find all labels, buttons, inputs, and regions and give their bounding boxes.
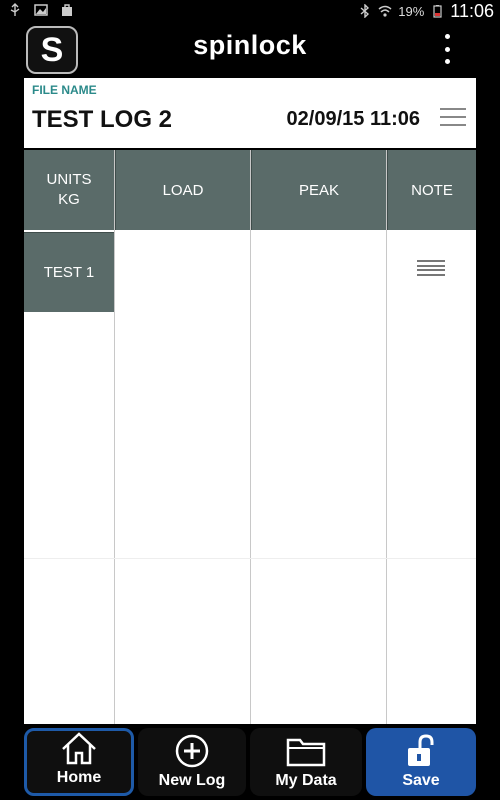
new-log-label: New Log xyxy=(158,772,226,789)
peak-header: PEAK xyxy=(251,150,386,230)
file-datetime: 02/09/15 11:06 xyxy=(286,108,420,130)
app-title: spinlock xyxy=(193,30,307,60)
overflow-menu-icon[interactable] xyxy=(442,34,452,64)
bag-icon xyxy=(62,4,72,16)
bluetooth-icon xyxy=(360,4,370,18)
file-name-label: FILE NAME xyxy=(32,83,97,97)
save-button[interactable]: Save xyxy=(366,728,476,796)
load-column: LOAD xyxy=(114,150,250,724)
my-data-button[interactable]: My Data xyxy=(250,728,362,796)
units-header[interactable]: UNITS KG xyxy=(24,150,114,230)
row-divider xyxy=(24,558,476,559)
peak-column: PEAK xyxy=(250,150,386,724)
note-list-icon[interactable] xyxy=(417,260,445,276)
battery-percent: 19% xyxy=(398,3,425,19)
home-label: Home xyxy=(56,769,102,786)
status-right: 19% 11:06 xyxy=(358,0,494,22)
usb-icon xyxy=(10,3,20,16)
clock: 11:06 xyxy=(450,0,494,21)
status-bar: 19% 11:06 xyxy=(0,0,500,22)
app-bar: S spinlock xyxy=(0,22,500,78)
wifi-icon xyxy=(378,5,392,17)
hamburger-menu-icon[interactable] xyxy=(440,108,466,126)
load-header: LOAD xyxy=(115,150,250,230)
log-table: UNITS KG TEST 1 LOAD PEAK NOTE xyxy=(24,150,476,724)
note-header: NOTE xyxy=(387,150,476,230)
save-label: Save xyxy=(402,772,440,789)
units-column: UNITS KG TEST 1 xyxy=(24,150,114,724)
plus-circle-icon xyxy=(175,734,209,768)
battery-icon xyxy=(433,5,442,18)
file-header: FILE NAME TEST LOG 2 02/09/15 11:06 xyxy=(24,78,476,148)
status-left-icons xyxy=(8,3,74,17)
home-button[interactable]: Home xyxy=(24,728,134,796)
home-icon xyxy=(62,732,96,765)
units-label: UNITS xyxy=(46,171,92,188)
bottom-nav: Home New Log My Data Save xyxy=(0,726,500,800)
image-icon xyxy=(34,4,48,16)
file-name: TEST LOG 2 xyxy=(32,106,173,133)
folder-icon xyxy=(286,738,326,767)
new-log-button[interactable]: New Log xyxy=(138,728,246,796)
units-value: KG xyxy=(58,191,80,208)
note-column: NOTE xyxy=(386,150,476,724)
unlock-icon xyxy=(408,734,434,766)
row-label-test-1[interactable]: TEST 1 xyxy=(24,232,114,312)
my-data-label: My Data xyxy=(275,772,337,789)
